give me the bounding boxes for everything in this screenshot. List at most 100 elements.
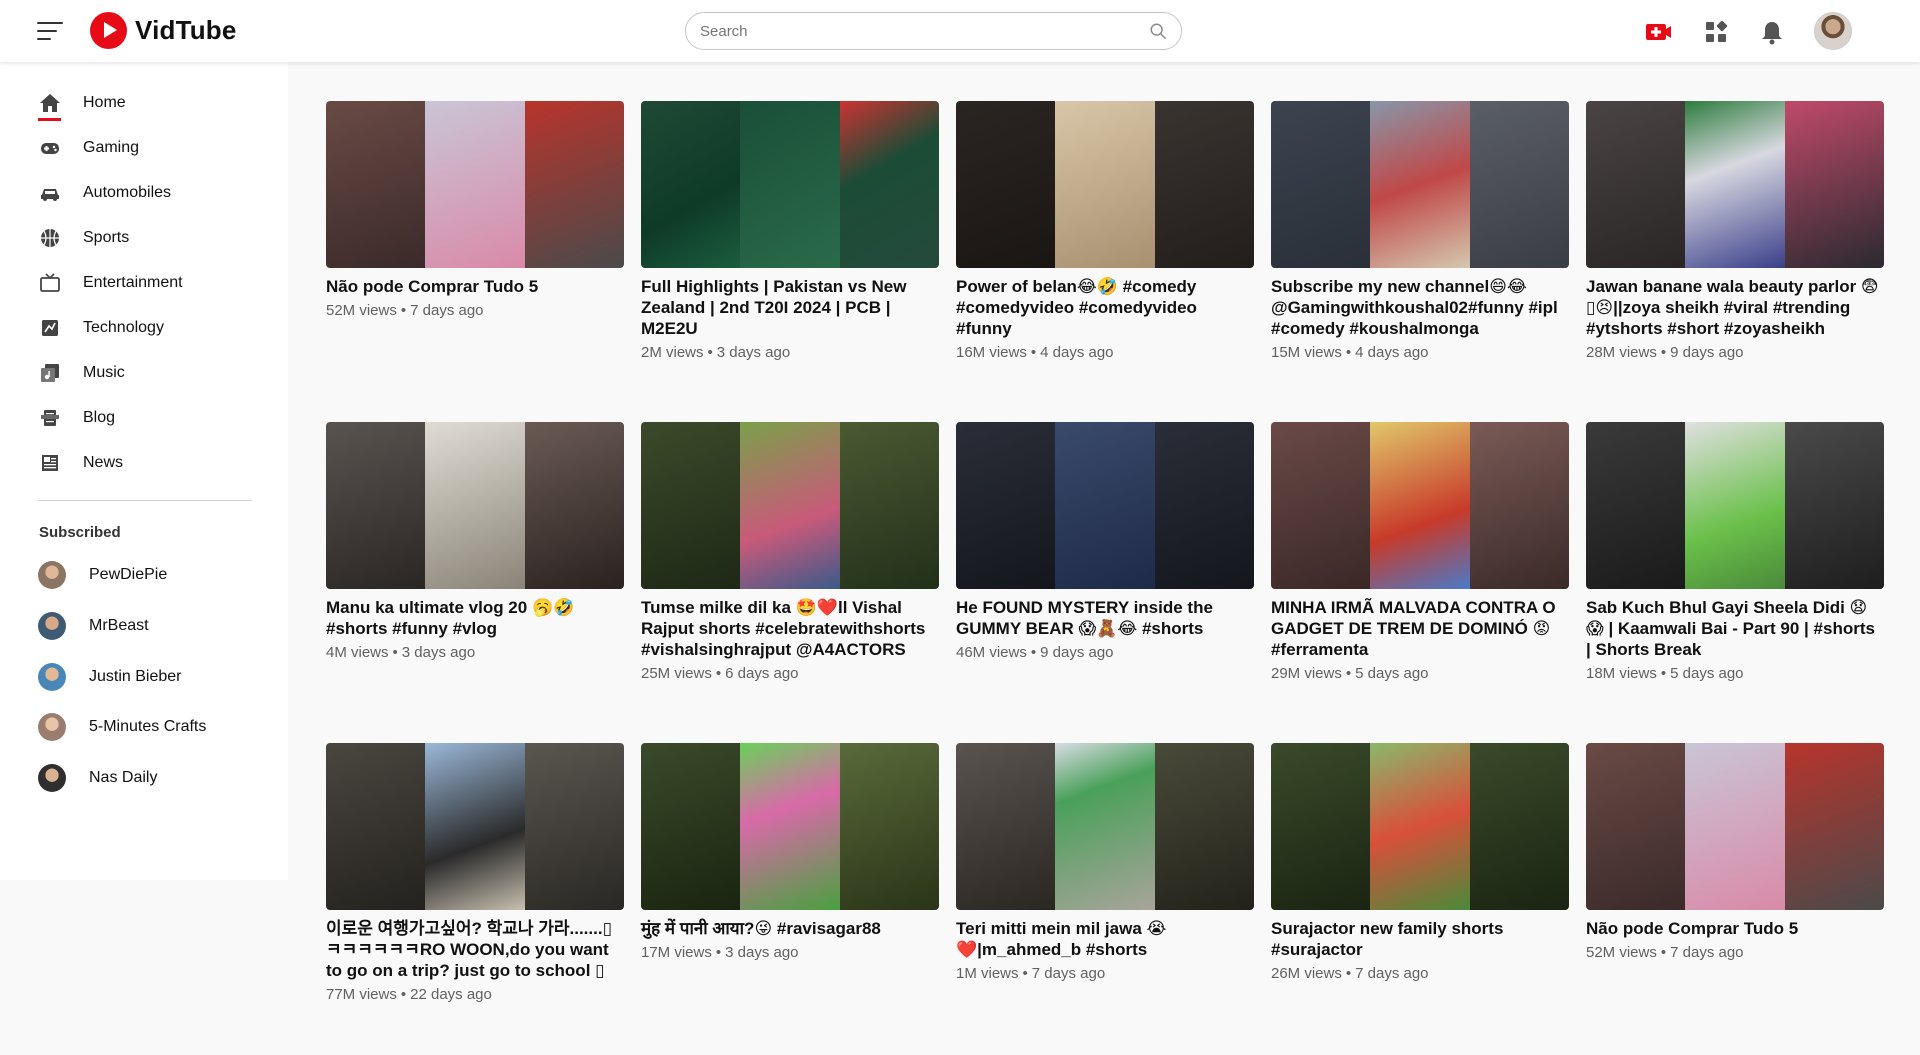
video-meta: 28M views • 9 days ago <box>1586 344 1744 361</box>
video-meta: 52M views • 7 days ago <box>1586 944 1744 961</box>
video-title[interactable]: MINHA IRMÃ MALVADA CONTRA O GADGET DE TR… <box>1271 597 1569 660</box>
blog-icon <box>41 410 59 426</box>
app-name: VidTube <box>135 15 237 45</box>
video-thumbnail[interactable] <box>956 743 1254 910</box>
sidebar-item-news[interactable]: News <box>0 443 288 483</box>
channel-name: 5-Minutes Crafts <box>89 718 207 735</box>
video-card[interactable]: Não pode Comprar Tudo 5 52M views • 7 days… <box>1586 743 1884 961</box>
video-title[interactable]: He FOUND MYSTERY inside the GUMMY BEAR 😱… <box>956 597 1254 639</box>
play-logo-icon <box>90 12 127 49</box>
video-thumbnail[interactable] <box>1586 101 1884 268</box>
sidebar-item-sports[interactable]: Sports <box>0 218 288 258</box>
video-title[interactable]: Não pode Comprar Tudo 5 <box>326 276 624 297</box>
video-card[interactable]: Surajactor new family shorts #surajactor… <box>1271 743 1569 982</box>
video-views: 4M views <box>326 644 389 661</box>
video-meta: 29M views • 5 days ago <box>1271 665 1429 682</box>
menu-icon[interactable] <box>37 20 63 42</box>
sidebar: Home Gaming Automobiles Sports Entertain… <box>0 62 288 880</box>
search-input[interactable] <box>700 21 1120 41</box>
video-views: 28M views <box>1586 344 1657 361</box>
video-age: 4 days ago <box>1355 344 1429 361</box>
video-card[interactable]: Sab Kuch Bhul Gayi Sheela Didi 😧😱 | Kaam… <box>1586 422 1884 682</box>
video-views: 2M views <box>641 344 704 361</box>
video-card[interactable]: Não pode Comprar Tudo 5 52M views • 7 days… <box>326 101 624 319</box>
video-card[interactable]: Teri mitti mein mil jawa 😭 ❤️|m_ahmed_b … <box>956 743 1254 982</box>
sidebar-item-gaming[interactable]: Gaming <box>0 128 288 168</box>
video-title[interactable]: Não pode Comprar Tudo 5 <box>1586 918 1884 939</box>
user-avatar[interactable] <box>1814 12 1852 50</box>
search-icon[interactable] <box>1149 22 1167 40</box>
video-create-icon[interactable] <box>1644 18 1672 46</box>
sidebar-item-label: News <box>83 454 124 471</box>
video-title[interactable]: Sab Kuch Bhul Gayi Sheela Didi 😧😱 | Kaam… <box>1586 597 1884 660</box>
subscription-mrbeast[interactable]: MrBeast <box>0 604 288 648</box>
sidebar-item-automobiles[interactable]: Automobiles <box>0 173 288 213</box>
video-thumbnail[interactable] <box>326 743 624 910</box>
video-thumbnail[interactable] <box>326 422 624 589</box>
home-icon <box>40 94 60 112</box>
video-card[interactable]: Manu ka ultimate vlog 20 🥱🤣 #shorts #fun… <box>326 422 624 661</box>
video-thumbnail[interactable] <box>956 422 1254 589</box>
video-title[interactable]: Jawan banane wala beauty parlor 😨▯😣||zoy… <box>1586 276 1884 339</box>
video-title[interactable]: Full Highlights | Pakistan vs New Zealan… <box>641 276 939 339</box>
sidebar-item-label: Technology <box>83 319 164 336</box>
video-card[interactable]: 이로운 여행가고싶어? 학교나 가라.......▯ ㅋㅋㅋㅋㅋㅋRO WOON… <box>326 743 624 1003</box>
subscription-5-minutes-crafts[interactable]: 5-Minutes Crafts <box>0 705 288 749</box>
sidebar-item-label: Blog <box>83 409 116 426</box>
video-thumbnail[interactable] <box>326 101 624 268</box>
video-title[interactable]: Tumse milke dil ka 🤩❤️ll Vishal Rajput s… <box>641 597 939 660</box>
sidebar-item-home[interactable]: Home <box>0 83 288 123</box>
sidebar-item-label: Home <box>83 94 126 111</box>
video-card[interactable]: Tumse milke dil ka 🤩❤️ll Vishal Rajput s… <box>641 422 939 682</box>
video-thumbnail[interactable] <box>1271 422 1569 589</box>
video-age: 7 days ago <box>410 302 484 319</box>
video-age: 7 days ago <box>1670 944 1744 961</box>
video-thumbnail[interactable] <box>641 743 939 910</box>
video-card[interactable]: Subscribe my new channel😄😂 @Gamingwithko… <box>1271 101 1569 361</box>
video-thumbnail[interactable] <box>1586 743 1884 910</box>
video-card[interactable]: He FOUND MYSTERY inside the GUMMY BEAR 😱… <box>956 422 1254 661</box>
channel-name: Justin Bieber <box>89 668 182 685</box>
video-title[interactable]: 이로운 여행가고싶어? 학교나 가라.......▯ ㅋㅋㅋㅋㅋㅋRO WOON… <box>326 918 624 981</box>
video-thumbnail[interactable] <box>641 422 939 589</box>
video-card[interactable]: Jawan banane wala beauty parlor 😨▯😣||zoy… <box>1586 101 1884 361</box>
sidebar-item-music[interactable]: Music <box>0 353 288 393</box>
video-card[interactable]: Full Highlights | Pakistan vs New Zealan… <box>641 101 939 361</box>
video-title[interactable]: Surajactor new family shorts #surajactor <box>1271 918 1569 960</box>
video-age: 5 days ago <box>1355 665 1429 682</box>
sidebar-item-technology[interactable]: Technology <box>0 308 288 348</box>
video-title[interactable]: Subscribe my new channel😄😂 @Gamingwithko… <box>1271 276 1569 339</box>
chip-icon <box>42 320 58 336</box>
video-thumbnail[interactable] <box>1271 743 1569 910</box>
sidebar-item-entertainment[interactable]: Entertainment <box>0 263 288 303</box>
video-card[interactable]: MINHA IRMÃ MALVADA CONTRA O GADGET DE TR… <box>1271 422 1569 682</box>
subscription-nas-daily[interactable]: Nas Daily <box>0 756 288 800</box>
sidebar-item-blog[interactable]: Blog <box>0 398 288 438</box>
video-title[interactable]: Manu ka ultimate vlog 20 🥱🤣 #shorts #fun… <box>326 597 624 639</box>
channel-name: MrBeast <box>89 617 149 634</box>
video-views: 16M views <box>956 344 1027 361</box>
video-age: 4 days ago <box>1040 344 1114 361</box>
video-thumbnail[interactable] <box>641 101 939 268</box>
sidebar-divider <box>38 500 252 501</box>
video-views: 17M views <box>641 944 712 961</box>
video-thumbnail[interactable] <box>1271 101 1569 268</box>
video-views: 18M views <box>1586 665 1657 682</box>
video-age: 5 days ago <box>1670 665 1744 682</box>
video-views: 77M views <box>326 986 397 1003</box>
app-logo[interactable]: VidTube <box>90 12 237 49</box>
video-title[interactable]: मुंह में पानी आया?😜 #ravisagar88 <box>641 918 939 939</box>
subscription-justin-bieber[interactable]: Justin Bieber <box>0 655 288 699</box>
video-card[interactable]: Power of belan😂🤣 #comedy #comedyvideo #c… <box>956 101 1254 361</box>
video-thumbnail[interactable] <box>1586 422 1884 589</box>
video-meta: 18M views • 5 days ago <box>1586 665 1744 682</box>
video-views: 1M views <box>956 965 1019 982</box>
video-card[interactable]: मुंह में पानी आया?😜 #ravisagar88 17M vie… <box>641 743 939 961</box>
bell-icon[interactable] <box>1758 18 1786 46</box>
apps-grid-icon[interactable] <box>1702 18 1730 46</box>
subscription-pewdiepie[interactable]: PewDiePie <box>0 553 288 597</box>
video-title[interactable]: Power of belan😂🤣 #comedy #comedyvideo #c… <box>956 276 1254 339</box>
video-title[interactable]: Teri mitti mein mil jawa 😭 ❤️|m_ahmed_b … <box>956 918 1254 960</box>
video-thumbnail[interactable] <box>956 101 1254 268</box>
sidebar-item-label: Sports <box>83 229 130 246</box>
